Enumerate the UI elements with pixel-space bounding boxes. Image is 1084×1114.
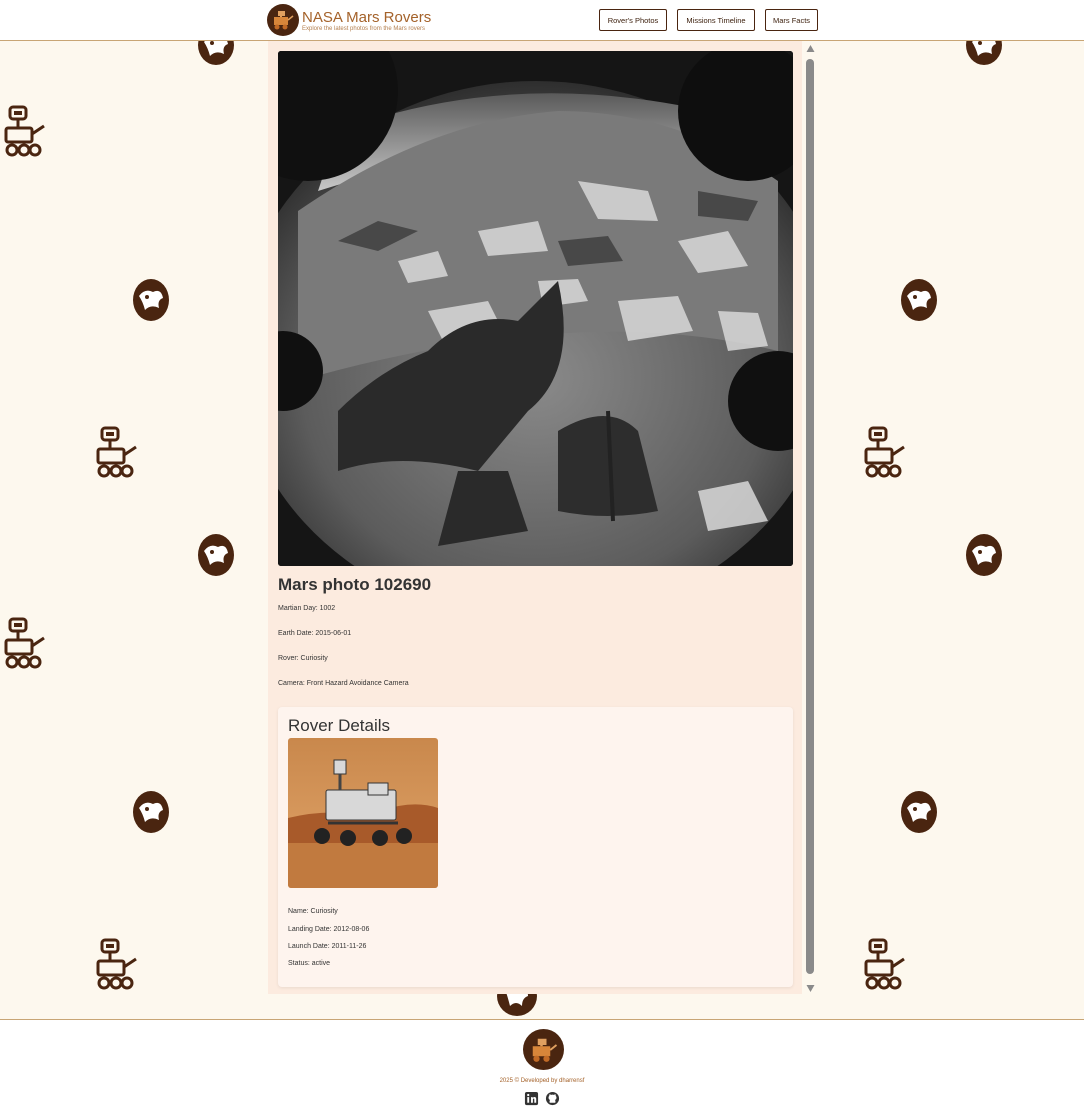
scrollbar-thumb[interactable]	[806, 59, 814, 974]
rover-icon	[4, 617, 45, 669]
site-title: NASA Mars Rovers	[302, 8, 432, 26]
planet-icon	[133, 279, 169, 321]
rover-name: Rover: Curiosity	[278, 655, 328, 662]
rover-icon	[96, 426, 137, 478]
planet-icon	[901, 279, 937, 321]
site-subtitle: Explore the latest photos from the Mars …	[302, 25, 426, 32]
planet-icon	[133, 791, 169, 833]
rover-icon	[4, 105, 45, 157]
scroll-down-arrow-icon[interactable]	[806, 984, 815, 993]
rover-icon	[96, 938, 137, 990]
camera-name: Camera: Front Hazard Avoidance Camera	[278, 680, 409, 687]
rover-detail-landing-date: Landing Date: 2012-08-06	[288, 926, 370, 933]
brand[interactable]: NASA Mars Rovers Explore the latest phot…	[267, 4, 431, 36]
rover-detail-name: Name: Curiosity	[288, 908, 338, 915]
rover-details-heading: Rover Details	[288, 716, 391, 735]
mars-photo	[278, 51, 793, 566]
footer-credit: 2025 © Developed by dharrensf	[499, 1078, 585, 1084]
linkedin-icon[interactable]	[524, 1091, 539, 1106]
rover-icon	[864, 426, 905, 478]
photo-title: Mars photo 102690	[278, 575, 432, 594]
earth-date: Earth Date: 2015-06-01	[278, 630, 352, 637]
scroll-up-arrow-icon[interactable]	[806, 44, 815, 53]
rover-logo-icon	[267, 4, 299, 36]
site-footer: 2025 © Developed by dharrensf	[0, 1019, 1084, 1114]
rover-logo-icon	[523, 1029, 564, 1070]
rover-detail-launch-date: Launch Date: 2011-11-26	[288, 943, 367, 950]
rover-icon	[864, 938, 905, 990]
rover-image	[288, 738, 438, 888]
rover-detail-status: Status: active	[288, 960, 331, 967]
nav-mars-facts-button[interactable]: Mars Facts	[765, 9, 818, 31]
github-icon[interactable]	[545, 1091, 560, 1106]
rover-details-card: Rover Details Name: Curiosity Landing Da…	[278, 707, 793, 987]
planet-icon	[198, 534, 234, 576]
photo-detail-panel: Mars photo 102690 Martian Day: 1002 Eart…	[268, 41, 802, 994]
planet-icon	[966, 534, 1002, 576]
planet-icon	[901, 791, 937, 833]
nav-rovers-photos-button[interactable]: Rover's Photos	[599, 9, 667, 31]
site-header: NASA Mars Rovers Explore the latest phot…	[0, 0, 1084, 41]
nav-missions-timeline-button[interactable]: Missions Timeline	[677, 9, 755, 31]
martian-day: Martian Day: 1002	[278, 605, 336, 612]
panel-scrollbar[interactable]	[805, 44, 816, 993]
